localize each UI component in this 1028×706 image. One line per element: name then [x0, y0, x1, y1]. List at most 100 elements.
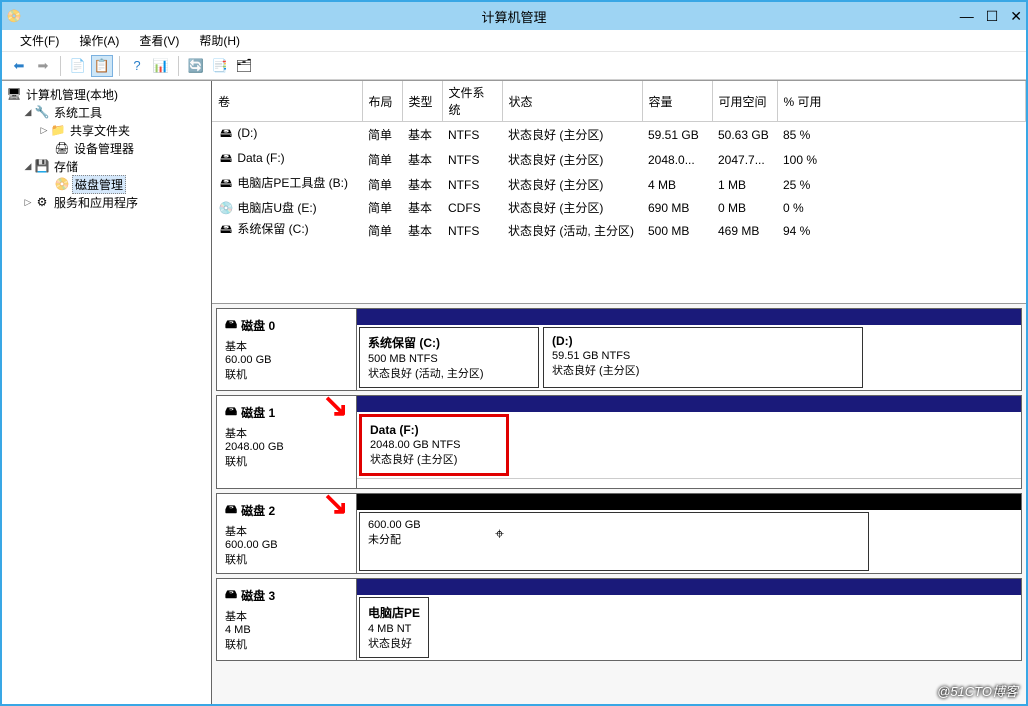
col-pct[interactable]: % 可用 — [777, 81, 1026, 122]
tree-pane[interactable]: 🖥 计算机管理(本地) ◢ 🔧 系统工具 ▷ 📁 共享文件夹 🖨 设备管理器 ◢… — [2, 81, 212, 704]
partition-header-bar — [357, 396, 1021, 412]
partition-status: 状态良好 (活动, 主分区) — [368, 365, 530, 381]
partition-box[interactable]: 电脑店PE4 MB NT状态良好 — [359, 597, 429, 658]
partition-title: Data (F:) — [370, 423, 498, 437]
col-free[interactable]: 可用空间 — [712, 81, 777, 122]
table-row[interactable]: 🖴 (D:)简单基本NTFS状态良好 (主分区)59.51 GB50.63 GB… — [212, 122, 1026, 148]
partition-status: 状态良好 (主分区) — [552, 362, 854, 378]
col-volume[interactable]: 卷 — [212, 81, 362, 122]
partition-header-bar — [357, 309, 1021, 325]
expander-icon[interactable]: ◢ — [22, 161, 34, 172]
expander-icon[interactable]: ◢ — [22, 107, 34, 118]
partition-box[interactable]: 600.00 GB未分配 — [359, 512, 869, 571]
cell-pct: 85 % — [777, 122, 1026, 148]
cell-fs: NTFS — [442, 218, 502, 243]
volume-table[interactable]: 卷 布局 类型 文件系统 状态 容量 可用空间 % 可用 🖴 (D:)简单基本N… — [212, 81, 1026, 243]
menu-action[interactable]: 操作(A) — [71, 30, 127, 51]
cell-status: 状态良好 (主分区) — [502, 172, 642, 197]
minimize-button[interactable]: — — [960, 8, 974, 24]
table-row[interactable]: 🖴 Data (F:)简单基本NTFS状态良好 (主分区)2048.0...20… — [212, 147, 1026, 172]
disk-map[interactable]: 🖴磁盘 0基本60.00 GB联机系统保留 (C:)500 MB NTFS状态良… — [212, 304, 1026, 704]
disk-icon: 🖴 — [225, 500, 237, 521]
disk-info: 🖴磁盘 1基本2048.00 GB联机 — [217, 396, 357, 488]
tools-icon: 🔧 — [34, 104, 50, 120]
tool-btn-1[interactable]: 📄 — [67, 55, 89, 77]
disk-size: 60.00 GB — [225, 354, 348, 366]
disk-row[interactable]: ↘🖴磁盘 1基本2048.00 GB联机Data (F:)2048.00 GB … — [216, 395, 1022, 489]
disk-partitions: 600.00 GB未分配 — [357, 494, 1021, 573]
disk-row[interactable]: 🖴磁盘 0基本60.00 GB联机系统保留 (C:)500 MB NTFS状态良… — [216, 308, 1022, 391]
volume-name: 系统保留 (C:) — [237, 222, 308, 236]
table-row[interactable]: 💿 电脑店U盘 (E:)简单基本CDFS状态良好 (主分区)690 MB0 MB… — [212, 197, 1026, 218]
col-layout[interactable]: 布局 — [362, 81, 402, 122]
tree-disk-management[interactable]: 📀 磁盘管理 — [2, 175, 211, 193]
expander-icon[interactable]: ▷ — [38, 125, 50, 136]
tool-btn-4[interactable]: 📑 — [209, 55, 231, 77]
disk-icon: 🖴 — [225, 402, 237, 423]
window-icon: 📀 — [2, 9, 26, 23]
cell-free: 0 MB — [712, 197, 777, 218]
disk-icon: 🖴 — [225, 315, 237, 336]
col-status[interactable]: 状态 — [502, 81, 642, 122]
cell-free: 1 MB — [712, 172, 777, 197]
expander-icon[interactable]: ▷ — [22, 197, 34, 208]
tree-device-manager[interactable]: 🖨 设备管理器 — [2, 139, 211, 157]
disk-icon: 🖴 — [225, 585, 237, 606]
menu-help[interactable]: 帮助(H) — [191, 30, 248, 51]
col-fs[interactable]: 文件系统 — [442, 81, 502, 122]
back-button[interactable]: ⬅ — [8, 55, 30, 77]
partition-box[interactable]: Data (F:)2048.00 GB NTFS状态良好 (主分区) — [359, 414, 509, 476]
cell-capacity: 690 MB — [642, 197, 712, 218]
tree-system-tools[interactable]: ◢ 🔧 系统工具 — [2, 103, 211, 121]
partition-title: (D:) — [552, 334, 854, 348]
maximize-button[interactable]: ☐ — [986, 8, 999, 25]
disk-type: 基本 — [225, 523, 348, 539]
col-capacity[interactable]: 容量 — [642, 81, 712, 122]
partition-box[interactable]: (D:)59.51 GB NTFS状态良好 (主分区) — [543, 327, 863, 388]
partition-size: 4 MB NT — [368, 623, 420, 635]
drive-icon: 🖴 — [218, 174, 234, 195]
cell-pct: 94 % — [777, 218, 1026, 243]
disk-row[interactable]: 🖴磁盘 3基本4 MB联机电脑店PE4 MB NT状态良好 — [216, 578, 1022, 661]
tree-services-apps[interactable]: ▷ ⚙ 服务和应用程序 — [2, 193, 211, 211]
partition-row: 系统保留 (C:)500 MB NTFS状态良好 (活动, 主分区)(D:)59… — [357, 325, 1021, 390]
tree-label: 设备管理器 — [72, 140, 136, 157]
disk-size: 600.00 GB — [225, 539, 348, 551]
window-controls: — ☐ ✕ — [960, 8, 1022, 25]
cell-type: 基本 — [402, 147, 442, 172]
partition-header-bar — [357, 579, 1021, 595]
table-row[interactable]: 🖴 系统保留 (C:)简单基本NTFS状态良好 (活动, 主分区)500 MB4… — [212, 218, 1026, 243]
partition-box[interactable]: 系统保留 (C:)500 MB NTFS状态良好 (活动, 主分区) — [359, 327, 539, 388]
tree-shared-folders[interactable]: ▷ 📁 共享文件夹 — [2, 121, 211, 139]
disk-icon: 📀 — [54, 176, 70, 192]
cell-layout: 简单 — [362, 172, 402, 197]
cell-type: 基本 — [402, 172, 442, 197]
menu-view[interactable]: 查看(V) — [131, 30, 187, 51]
col-type[interactable]: 类型 — [402, 81, 442, 122]
disk-row[interactable]: ↘🖴磁盘 2基本600.00 GB联机600.00 GB未分配 — [216, 493, 1022, 574]
tool-btn-3[interactable]: 📊 — [150, 55, 172, 77]
close-button[interactable]: ✕ — [1010, 8, 1022, 25]
tree-storage[interactable]: ◢ 💾 存储 — [2, 157, 211, 175]
disk-name: 磁盘 2 — [241, 502, 275, 519]
partition-row: 600.00 GB未分配 — [357, 510, 1021, 573]
forward-button[interactable]: ➡ — [32, 55, 54, 77]
help-button[interactable]: ? — [126, 55, 148, 77]
computer-icon: 🖥 — [6, 86, 22, 102]
drive-icon: 🖴 — [218, 124, 234, 145]
tool-btn-5[interactable]: 🗂 — [233, 55, 255, 77]
cell-pct: 100 % — [777, 147, 1026, 172]
volume-name: 电脑店U盘 (E:) — [237, 201, 316, 215]
tree-root[interactable]: 🖥 计算机管理(本地) — [2, 85, 211, 103]
table-row[interactable]: 🖴 电脑店PE工具盘 (B:)简单基本NTFS状态良好 (主分区)4 MB1 M… — [212, 172, 1026, 197]
tool-btn-2[interactable]: 📋 — [91, 55, 113, 77]
disk-status: 联机 — [225, 551, 348, 567]
refresh-button[interactable]: 🔄 — [185, 55, 207, 77]
storage-icon: 💾 — [34, 158, 50, 174]
partition-size: 500 MB NTFS — [368, 353, 530, 365]
tree-label: 存储 — [52, 158, 80, 175]
menu-file[interactable]: 文件(F) — [12, 30, 67, 51]
disk-type: 基本 — [225, 338, 348, 354]
cell-capacity: 2048.0... — [642, 147, 712, 172]
cell-capacity: 59.51 GB — [642, 122, 712, 148]
